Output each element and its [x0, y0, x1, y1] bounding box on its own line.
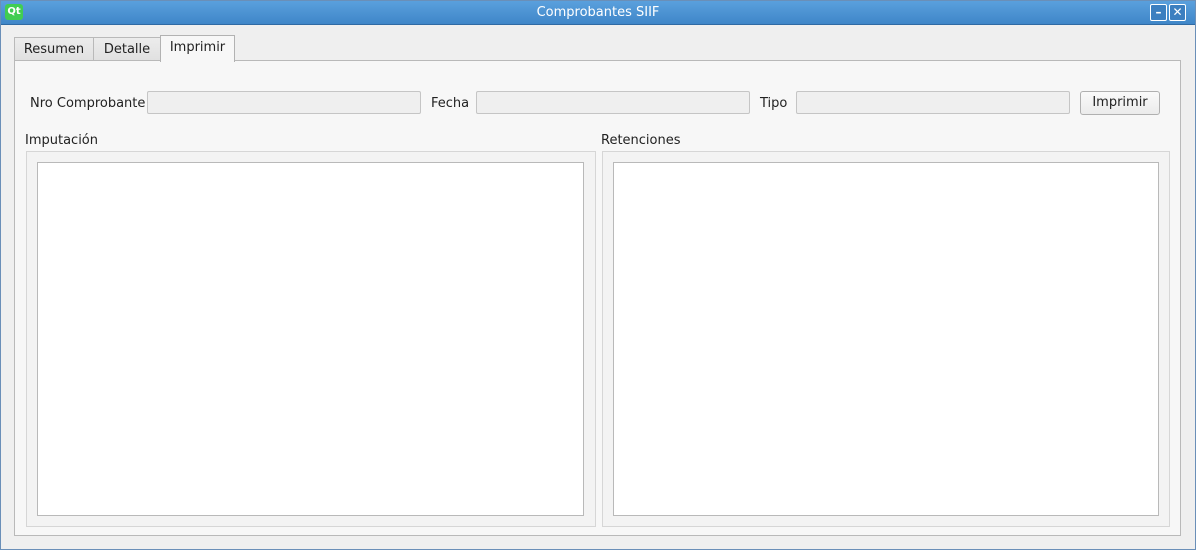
tab-detalle[interactable]: Detalle [93, 37, 161, 61]
minimize-button[interactable]: – [1150, 4, 1167, 21]
tipo-field[interactable] [796, 91, 1070, 114]
window-title: Comprobantes SIIF [536, 5, 660, 20]
retenciones-list[interactable] [613, 162, 1159, 516]
retenciones-group [602, 151, 1170, 527]
title-bar[interactable]: Qt Comprobantes SIIF – ✕ [1, 1, 1195, 25]
tab-imprimir[interactable]: Imprimir [160, 35, 235, 62]
nro-comprobante-label: Nro Comprobante [30, 96, 146, 111]
tipo-label: Tipo [760, 96, 788, 111]
imprimir-panel: Nro Comprobante Fecha Tipo Imprimir Impu… [14, 60, 1181, 536]
imputacion-title: Imputación [25, 133, 99, 148]
imputacion-group [26, 151, 596, 527]
tab-resumen[interactable]: Resumen [14, 37, 94, 61]
fecha-label: Fecha [431, 96, 470, 111]
close-button[interactable]: ✕ [1169, 4, 1186, 21]
retenciones-title: Retenciones [601, 133, 681, 148]
main-window: Qt Comprobantes SIIF – ✕ Resumen Detalle… [0, 0, 1196, 550]
fecha-field[interactable] [476, 91, 750, 114]
nro-comprobante-field[interactable] [147, 91, 421, 114]
imputacion-list[interactable] [37, 162, 584, 516]
imprimir-button[interactable]: Imprimir [1080, 91, 1160, 115]
